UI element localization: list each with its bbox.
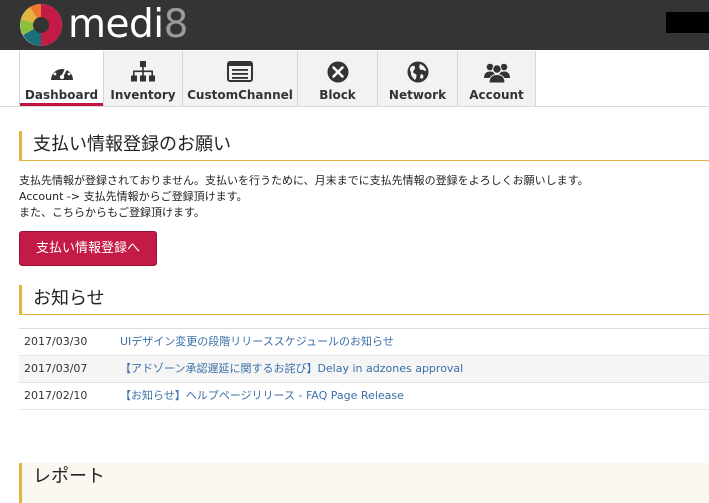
nav-inventory[interactable]: Inventory xyxy=(103,51,182,106)
news-date: 2017/03/30 xyxy=(24,335,88,348)
payment-section-title: 支払い情報登録のお願い xyxy=(19,131,709,161)
globe-icon xyxy=(407,61,428,83)
table-row: 2017/03/30 UIデザイン変更の段階リリーススケジュールのお知らせ xyxy=(19,329,709,356)
user-menu[interactable] xyxy=(666,12,709,33)
table-row: 2017/03/07 【アドゾーン承認遅延に関するお詫び】Delay in ad… xyxy=(19,356,709,383)
brand-name-suffix: 8 xyxy=(163,2,189,47)
news-date: 2017/03/07 xyxy=(24,362,88,375)
nav-label: Inventory xyxy=(110,88,176,102)
payment-notice-line: 支払先情報が登録されておりません。支払いを行うために、月末までに支払先情報の登録… xyxy=(19,174,589,187)
top-bar: medi8 xyxy=(0,0,709,50)
nav-label: Block xyxy=(319,88,356,102)
nav-dashboard[interactable]: Dashboard xyxy=(19,51,103,106)
nav-customchannel[interactable]: CustomChannel xyxy=(182,51,297,106)
sitemap-icon xyxy=(131,61,155,82)
nav-label: CustomChannel xyxy=(187,88,293,102)
brand-name: medi8 xyxy=(68,2,188,48)
news-date: 2017/02/10 xyxy=(24,389,88,402)
brand-name-prefix: medi xyxy=(68,2,164,47)
brand-logo[interactable]: medi8 xyxy=(18,2,198,48)
nav-block[interactable]: Block xyxy=(297,51,377,106)
reports-section-title: レポート xyxy=(19,463,709,503)
register-payment-button[interactable]: 支払い情報登録へ xyxy=(19,231,157,266)
list-window-icon xyxy=(227,61,253,82)
news-link[interactable]: UIデザイン変更の段階リリーススケジュールのお知らせ xyxy=(120,329,394,355)
news-link[interactable]: 【お知らせ】ヘルプページリリース - FAQ Page Release xyxy=(120,383,404,409)
news-section-title: お知らせ xyxy=(19,285,709,315)
nav-label: Account xyxy=(469,88,524,102)
block-icon xyxy=(327,61,348,83)
nav-network[interactable]: Network xyxy=(377,51,457,106)
news-table: 2017/03/30 UIデザイン変更の段階リリーススケジュールのお知らせ 20… xyxy=(19,328,709,410)
payment-notice-line: また、こちらからもご登録頂けます。 xyxy=(19,206,205,219)
payment-notice-line: Account -> 支払先情報からご登録頂けます。 xyxy=(19,190,248,203)
nav-label: Network xyxy=(388,88,447,102)
nav-label: Dashboard xyxy=(24,88,99,102)
table-row: 2017/02/10 【お知らせ】ヘルプページリリース - FAQ Page R… xyxy=(19,383,709,410)
main-nav: Dashboard Inventory CustomChannel Block … xyxy=(0,50,709,107)
nav-account[interactable]: Account xyxy=(457,51,536,106)
logo-mark-icon xyxy=(20,3,62,46)
news-link[interactable]: 【アドゾーン承認遅延に関するお詫び】Delay in adzones appro… xyxy=(120,356,463,382)
gauge-icon xyxy=(50,64,73,80)
users-icon xyxy=(483,63,510,84)
